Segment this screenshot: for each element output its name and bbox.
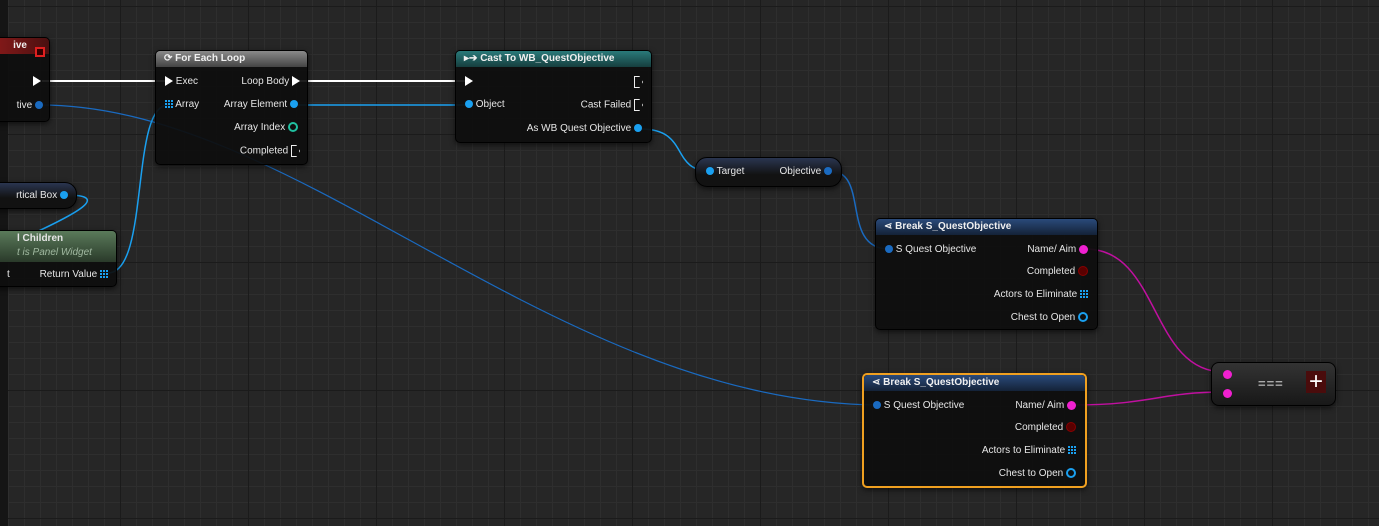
cast-icon: ▸➔ xyxy=(464,53,478,64)
pin-label: Name/ Aim xyxy=(1015,400,1065,411)
break-struct-icon: ⋖ xyxy=(884,221,893,232)
equal-label: === xyxy=(1258,376,1284,391)
node-subtitle: t is Panel Widget xyxy=(17,247,92,258)
struct-pin[interactable] xyxy=(885,245,893,254)
string-pin-a[interactable] xyxy=(1223,370,1232,379)
string-wire xyxy=(1085,248,1225,373)
string-pin[interactable] xyxy=(1067,400,1076,410)
pin-label: Name/ Aim xyxy=(1027,244,1077,255)
pin-label: Object xyxy=(475,99,505,110)
pin-label: Completed xyxy=(1026,266,1076,277)
delegate-pin-icon[interactable] xyxy=(35,47,45,57)
pin-label: Array Element xyxy=(223,99,288,110)
exec-out-pin[interactable] xyxy=(634,76,643,88)
add-pin-button[interactable]: + xyxy=(1306,370,1326,394)
node-title: Break S_QuestObjective xyxy=(895,221,1012,232)
exec-out-pin[interactable] xyxy=(33,76,41,87)
pin-label: tive xyxy=(16,100,33,111)
string-pin-b[interactable] xyxy=(1223,389,1232,398)
array-pin[interactable] xyxy=(165,100,173,109)
pin-label: Array Index xyxy=(234,122,286,133)
object-pin[interactable] xyxy=(290,100,298,109)
cast-node[interactable]: ▸➔ Cast To WB_QuestObjective Object Cast… xyxy=(455,50,652,143)
object-pin[interactable] xyxy=(1066,468,1076,479)
bool-pin[interactable] xyxy=(1066,422,1076,433)
break-struct-node-selected[interactable]: ⋖ Break S_QuestObjective S Quest Objecti… xyxy=(862,373,1087,488)
for-each-loop-node[interactable]: ⟳ For Each Loop Exec Array Loop Body Arr… xyxy=(155,50,308,165)
pin-label: Exec xyxy=(175,76,199,87)
object-pin[interactable] xyxy=(706,167,714,176)
objective-getter-node[interactable]: Target Objective xyxy=(695,157,842,187)
pin-label: Chest to Open xyxy=(998,468,1064,479)
pin-label: Array xyxy=(175,99,200,110)
pin-label: S Quest Objective xyxy=(883,400,965,411)
pin-label: Completed xyxy=(1014,422,1064,433)
node-title: l Children xyxy=(17,233,64,244)
variable-node[interactable]: rtical Box xyxy=(0,182,77,209)
pin-label: Actors to Eliminate xyxy=(993,289,1078,300)
struct-pin[interactable] xyxy=(873,401,881,410)
pin-label: Actors to Eliminate xyxy=(981,445,1066,456)
exec-out-pin[interactable] xyxy=(292,76,300,87)
pin-label: As WB Quest Objective xyxy=(526,123,632,134)
node-title: Break S_QuestObjective xyxy=(883,377,1000,388)
struct-pin[interactable] xyxy=(824,167,832,176)
pin-label: Objective xyxy=(779,166,822,177)
exec-out-pin[interactable] xyxy=(291,145,300,157)
equal-node[interactable]: === + xyxy=(1211,362,1336,406)
exec-in-pin[interactable] xyxy=(465,76,473,87)
pin-label: Loop Body xyxy=(241,76,290,87)
node-title: For Each Loop xyxy=(175,53,246,64)
get-children-node[interactable]: l Children t is Panel Widget t Return Va… xyxy=(0,230,117,287)
pin-label: Return Value xyxy=(39,269,98,280)
array-pin[interactable] xyxy=(100,270,108,279)
cast-failed-pin[interactable] xyxy=(634,99,643,111)
node-title: Cast To WB_QuestObjective xyxy=(480,53,615,64)
loop-icon: ⟳ xyxy=(164,53,173,64)
pin-label: S Quest Objective xyxy=(895,244,977,255)
pin-label: rtical Box xyxy=(16,190,58,201)
object-pin[interactable] xyxy=(35,101,43,110)
pin-label: Completed xyxy=(239,145,289,157)
break-struct-icon: ⋖ xyxy=(872,377,881,388)
object-pin[interactable] xyxy=(465,100,473,109)
pin-label: t xyxy=(7,269,10,280)
array-pin[interactable] xyxy=(1080,290,1088,299)
pin-label: Chest to Open xyxy=(1010,312,1076,323)
pin-label: Target xyxy=(716,166,745,177)
exec-in-pin[interactable] xyxy=(165,76,173,87)
event-node[interactable]: ive tive xyxy=(0,37,50,122)
object-pin[interactable] xyxy=(1078,312,1088,323)
string-wire xyxy=(1073,391,1225,406)
object-pin[interactable] xyxy=(634,124,642,133)
array-pin[interactable] xyxy=(1068,446,1076,455)
pin-label: Cast Failed xyxy=(580,99,632,111)
string-pin[interactable] xyxy=(1079,244,1088,254)
int-pin[interactable] xyxy=(288,122,298,133)
break-struct-node[interactable]: ⋖ Break S_QuestObjective S Quest Objecti… xyxy=(875,218,1098,330)
object-pin[interactable] xyxy=(60,191,68,200)
bool-pin[interactable] xyxy=(1078,266,1088,277)
